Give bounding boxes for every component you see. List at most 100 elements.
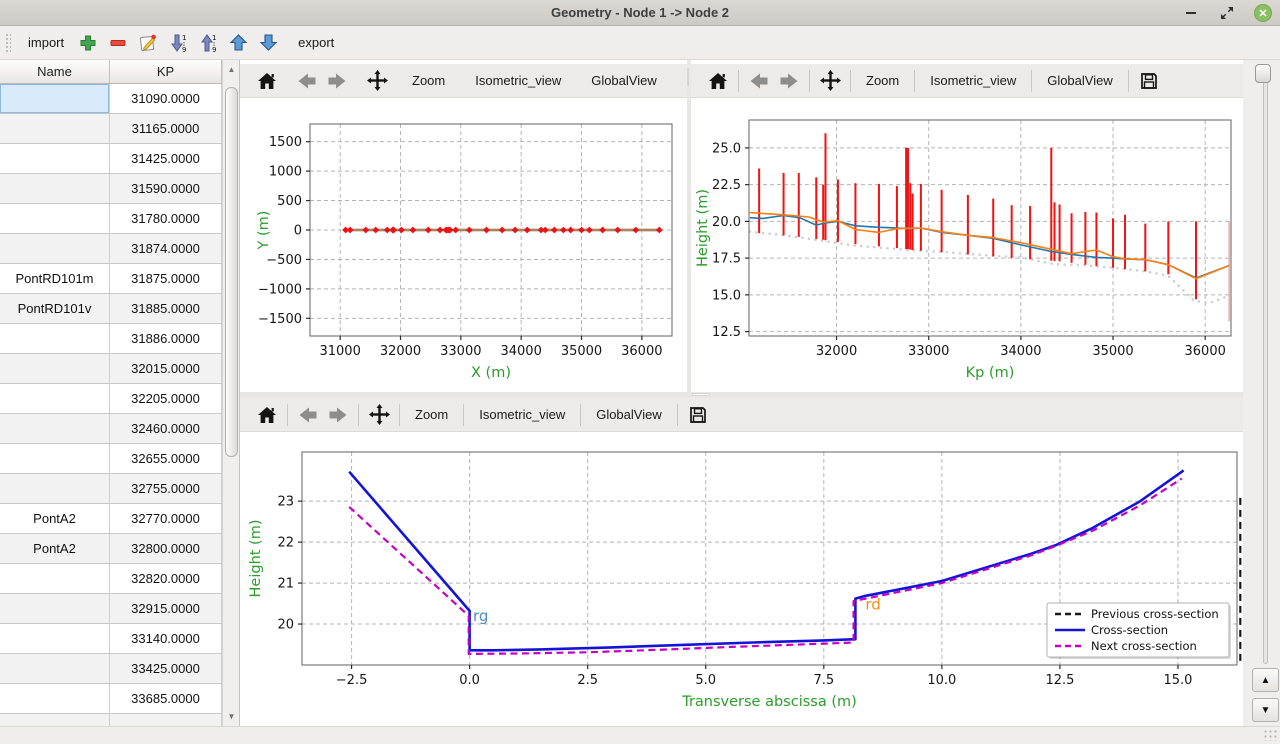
table-row[interactable]: 31090.0000 bbox=[0, 84, 223, 114]
cell-kp[interactable]: 31875.0000 bbox=[110, 264, 222, 293]
pan-button[interactable] bbox=[815, 67, 845, 95]
cell-name[interactable] bbox=[0, 384, 110, 413]
table-row[interactable]: 31780.0000 bbox=[0, 204, 223, 234]
table-row[interactable]: PontRD101m31875.0000 bbox=[0, 264, 223, 294]
cross-section-canvas[interactable]: −2.50.02.55.07.510.012.515.020212223Tran… bbox=[240, 432, 1243, 731]
move-down-button[interactable] bbox=[253, 30, 283, 56]
add-row-button[interactable] bbox=[73, 30, 103, 56]
cell-name[interactable] bbox=[0, 474, 110, 503]
forward-button[interactable] bbox=[774, 67, 804, 95]
cell-name[interactable] bbox=[0, 324, 110, 353]
cell-name[interactable] bbox=[0, 354, 110, 383]
edit-row-button[interactable] bbox=[133, 30, 163, 56]
forward-button[interactable] bbox=[322, 67, 352, 95]
plan-view-chart[interactable]: 310003200033000340003500036000−1500−1000… bbox=[240, 98, 687, 392]
table-row[interactable] bbox=[0, 714, 223, 726]
plan-view-canvas[interactable]: 310003200033000340003500036000−1500−1000… bbox=[240, 98, 687, 397]
isometric-view-button[interactable]: Isometric_view bbox=[920, 68, 1026, 93]
table-row[interactable]: 32205.0000 bbox=[0, 384, 223, 414]
cell-name[interactable] bbox=[0, 174, 110, 203]
home-button[interactable] bbox=[703, 67, 733, 95]
profile-view-canvas[interactable]: 320003300034000350003600012.515.017.520.… bbox=[691, 98, 1243, 397]
table-row[interactable]: 32655.0000 bbox=[0, 444, 223, 474]
forward-button[interactable] bbox=[323, 401, 353, 429]
cell-kp[interactable]: 32770.0000 bbox=[110, 504, 222, 533]
cell-name[interactable] bbox=[0, 234, 110, 263]
cell-kp[interactable]: 32205.0000 bbox=[110, 384, 222, 413]
cell-kp[interactable]: 32755.0000 bbox=[110, 474, 222, 503]
cell-name[interactable]: PontA2 bbox=[0, 504, 110, 533]
sort-ascending-button[interactable]: 1 9 bbox=[193, 30, 223, 56]
close-button[interactable]: ✕ bbox=[1254, 4, 1272, 22]
table-scrollbar[interactable]: ▲ ▼ bbox=[222, 60, 239, 726]
zoom-button[interactable]: Zoom bbox=[402, 68, 455, 93]
section-previous-button[interactable]: ▲ bbox=[1252, 668, 1279, 692]
table-row[interactable]: 31874.0000 bbox=[0, 234, 223, 264]
table-row[interactable]: 33140.0000 bbox=[0, 624, 223, 654]
cell-name[interactable] bbox=[0, 624, 110, 653]
back-button[interactable] bbox=[292, 67, 322, 95]
table-row[interactable]: 31590.0000 bbox=[0, 174, 223, 204]
scrollbar-thumb[interactable] bbox=[225, 87, 238, 457]
back-button[interactable] bbox=[293, 401, 323, 429]
move-up-button[interactable] bbox=[223, 30, 253, 56]
cell-kp[interactable]: 32655.0000 bbox=[110, 444, 222, 473]
table-row[interactable]: PontA232800.0000 bbox=[0, 534, 223, 564]
cell-kp[interactable]: 32800.0000 bbox=[110, 534, 222, 563]
cell-kp[interactable]: 31780.0000 bbox=[110, 204, 222, 233]
cell-name[interactable] bbox=[0, 414, 110, 443]
profile-view-chart[interactable]: 320003300034000350003600012.515.017.520.… bbox=[691, 98, 1243, 392]
back-button[interactable] bbox=[744, 67, 774, 95]
cross-section-chart[interactable]: −2.50.02.55.07.510.012.515.020212223Tran… bbox=[240, 432, 1243, 726]
pan-button[interactable] bbox=[364, 401, 394, 429]
cell-kp[interactable]: 32460.0000 bbox=[110, 414, 222, 443]
section-next-button[interactable]: ▼ bbox=[1252, 698, 1279, 722]
table-row[interactable]: PontA232770.0000 bbox=[0, 504, 223, 534]
home-button[interactable] bbox=[252, 401, 282, 429]
column-header-kp[interactable]: KP bbox=[110, 60, 222, 83]
table-row[interactable]: 32755.0000 bbox=[0, 474, 223, 504]
cell-kp[interactable]: 31886.0000 bbox=[110, 324, 222, 353]
cell-kp[interactable]: 31885.0000 bbox=[110, 294, 222, 323]
cell-kp[interactable]: 31165.0000 bbox=[110, 114, 222, 143]
table-row[interactable]: 32015.0000 bbox=[0, 354, 223, 384]
cell-name[interactable] bbox=[0, 654, 110, 683]
minimize-button[interactable] bbox=[1182, 4, 1200, 22]
cell-kp[interactable]: 32015.0000 bbox=[110, 354, 222, 383]
toolbar-drag-handle[interactable] bbox=[5, 33, 11, 53]
zoom-button[interactable]: Zoom bbox=[856, 68, 909, 93]
table-row[interactable]: 31165.0000 bbox=[0, 114, 223, 144]
table-row[interactable]: 32820.0000 bbox=[0, 564, 223, 594]
table-row[interactable]: 32915.0000 bbox=[0, 594, 223, 624]
save-figure-button[interactable] bbox=[683, 401, 713, 429]
save-figure-button[interactable] bbox=[1134, 67, 1164, 95]
import-button[interactable]: import bbox=[19, 30, 73, 55]
cell-name[interactable] bbox=[0, 84, 110, 113]
cell-kp[interactable]: 32820.0000 bbox=[110, 564, 222, 593]
cell-name[interactable] bbox=[0, 144, 110, 173]
cell-name[interactable] bbox=[0, 714, 110, 726]
isometric-view-button[interactable]: Isometric_view bbox=[469, 402, 575, 427]
export-button[interactable]: export bbox=[289, 30, 343, 55]
zoom-button[interactable]: Zoom bbox=[405, 402, 458, 427]
home-button[interactable] bbox=[252, 67, 282, 95]
section-slider-handle[interactable] bbox=[1255, 64, 1271, 83]
scroll-up-icon[interactable]: ▲ bbox=[224, 61, 239, 77]
cell-name[interactable]: PontRD101m bbox=[0, 264, 110, 293]
resize-grip[interactable] bbox=[1263, 729, 1277, 741]
cell-kp[interactable]: 31590.0000 bbox=[110, 174, 222, 203]
table-row[interactable]: PontRD101v31885.0000 bbox=[0, 294, 223, 324]
scroll-down-icon[interactable]: ▼ bbox=[224, 708, 239, 724]
globalview-button[interactable]: GlobalView bbox=[581, 68, 667, 93]
globalview-button[interactable]: GlobalView bbox=[586, 402, 672, 427]
sort-descending-button[interactable]: 1 9 bbox=[163, 30, 193, 56]
pan-button[interactable] bbox=[362, 67, 392, 95]
cell-name[interactable] bbox=[0, 684, 110, 713]
section-slider-track[interactable] bbox=[1263, 68, 1268, 664]
cell-kp[interactable] bbox=[110, 714, 222, 726]
cell-name[interactable] bbox=[0, 594, 110, 623]
cell-name[interactable] bbox=[0, 444, 110, 473]
table-row[interactable]: 31886.0000 bbox=[0, 324, 223, 354]
table-row[interactable]: 32460.0000 bbox=[0, 414, 223, 444]
cell-kp[interactable]: 33140.0000 bbox=[110, 624, 222, 653]
